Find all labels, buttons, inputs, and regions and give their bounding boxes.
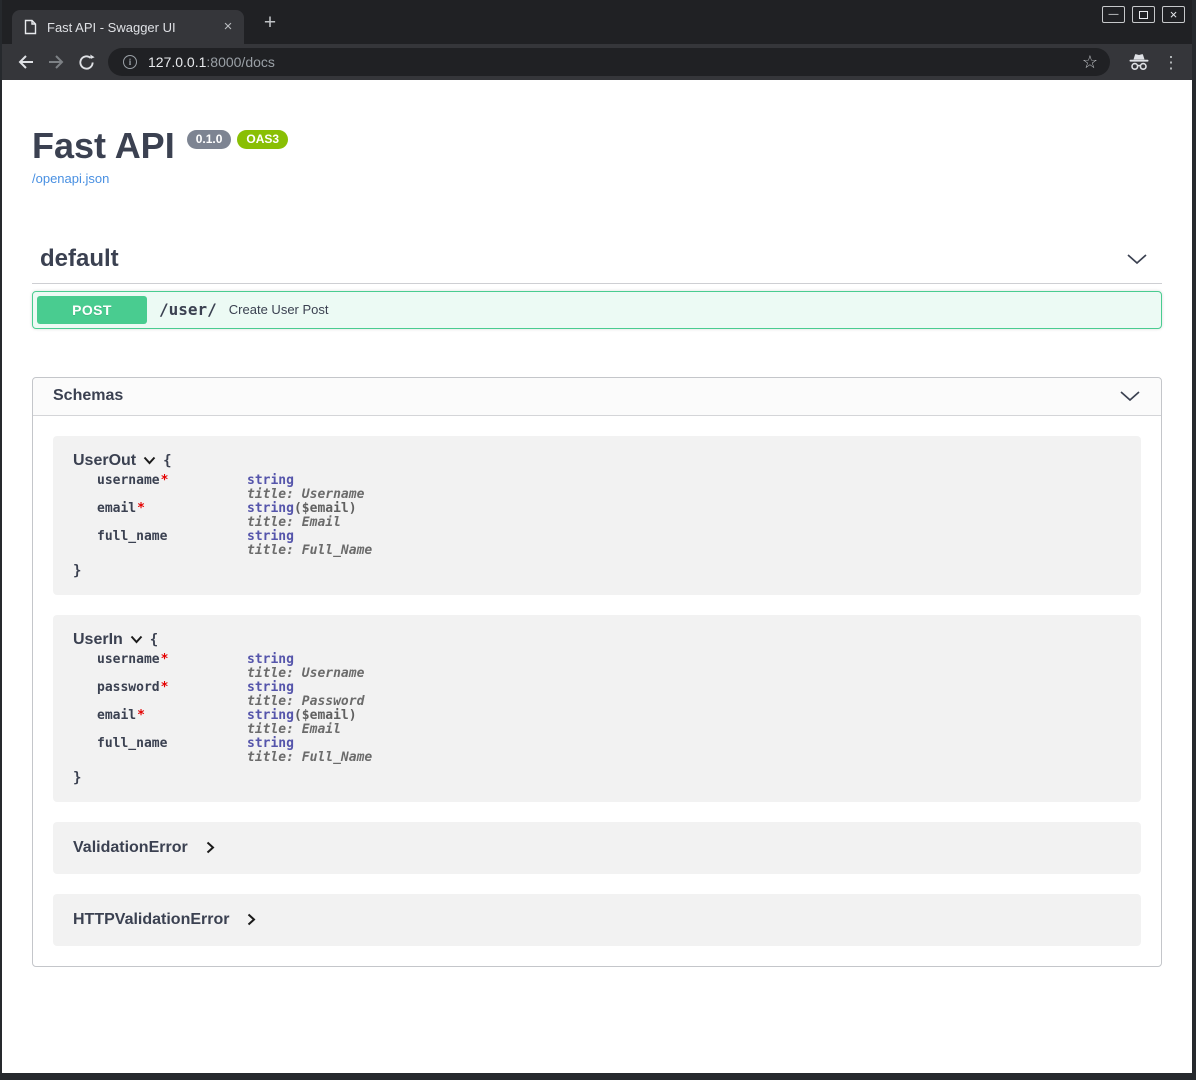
model-title-row: UserOut {: [73, 452, 1121, 470]
forward-button[interactable]: [42, 48, 70, 76]
property-title-label: title: Username: [247, 488, 1121, 502]
reload-icon: [78, 54, 95, 71]
property-type: stringtitle: Password: [247, 681, 1121, 709]
model-name: ValidationError: [73, 839, 188, 857]
reload-button[interactable]: [72, 48, 100, 76]
property-type: string($email)title: Email: [247, 709, 1121, 737]
tag-name: default: [40, 245, 119, 273]
back-arrow-icon: [17, 54, 35, 70]
model-collapse-icon[interactable]: [143, 456, 156, 465]
property-title-label: title: Username: [247, 667, 1121, 681]
model-name: UserOut: [73, 452, 136, 470]
property-type: string($email)title: Email: [247, 502, 1121, 530]
property-type: stringtitle: Username: [247, 653, 1121, 681]
schema-model-validationerror[interactable]: ValidationError: [53, 822, 1141, 874]
model-name: UserIn: [73, 631, 123, 649]
tab-close-icon[interactable]: ×: [218, 17, 238, 37]
schemas-collapse-icon[interactable]: [1119, 390, 1141, 402]
minimize-button[interactable]: —: [1102, 6, 1125, 23]
property-type: stringtitle: Full_Name: [247, 530, 1121, 558]
operation-path: /user/: [159, 300, 217, 319]
property-title-label: title: Email: [247, 723, 1121, 737]
property-type: stringtitle: Full_Name: [247, 737, 1121, 765]
address-bar[interactable]: i 127.0.0.1:8000/docs ☆: [108, 48, 1110, 76]
maximize-icon: [1139, 11, 1148, 19]
schemas-section: Schemas UserOut{username*stringtitle: Us…: [32, 377, 1162, 967]
property-name: username*: [97, 474, 247, 488]
browser-window: Fast API - Swagger UI × + — ×: [0, 0, 1196, 1080]
browser-toolbar: i 127.0.0.1:8000/docs ☆ ⋮: [2, 44, 1192, 80]
schemas-title: Schemas: [53, 387, 123, 405]
maximize-button[interactable]: [1132, 6, 1155, 23]
page-favicon-icon: [24, 19, 38, 35]
required-star: *: [137, 501, 145, 516]
model-properties: username*stringtitle: Usernamepassword*s…: [97, 653, 1121, 765]
tab-strip: Fast API - Swagger UI × + — ×: [2, 0, 1192, 44]
model-expand-icon[interactable]: [247, 913, 256, 926]
property-name: full_name: [97, 530, 247, 544]
property-type: stringtitle: Username: [247, 474, 1121, 502]
swagger-page: Fast API 0.1.0 OAS3 /openapi.json defaul…: [2, 80, 1192, 1073]
property-title-label: title: Full_Name: [247, 751, 1121, 765]
operation-summary: Create User Post: [229, 302, 329, 317]
close-window-button[interactable]: ×: [1162, 6, 1185, 23]
property-name: email*: [97, 502, 247, 516]
schemas-models: UserOut{username*stringtitle: Usernameem…: [33, 416, 1161, 966]
model-title-row: UserIn {: [73, 631, 1121, 649]
property-title-label: title: Full_Name: [247, 544, 1121, 558]
page-title: Fast API: [32, 127, 175, 165]
tag-collapse-icon[interactable]: [1126, 253, 1148, 265]
schema-model-userout: UserOut { username*stringtitle: Usernameem…: [53, 436, 1141, 595]
property-title-label: title: Password: [247, 695, 1121, 709]
new-tab-button[interactable]: +: [256, 9, 284, 37]
api-info: Fast API 0.1.0 OAS3 /openapi.json: [32, 127, 1162, 188]
tag-section-header[interactable]: default: [32, 245, 1162, 284]
method-badge: POST: [37, 296, 147, 324]
required-star: *: [161, 473, 169, 488]
url-path: :8000/docs: [206, 54, 275, 70]
api-badges: 0.1.0 OAS3: [187, 130, 288, 149]
model-expand-icon[interactable]: [206, 841, 215, 854]
operation-post-user[interactable]: POST /user/ Create User Post: [32, 291, 1162, 329]
property-name: email*: [97, 709, 247, 723]
schemas-header[interactable]: Schemas: [33, 378, 1161, 416]
forward-arrow-icon: [47, 54, 65, 70]
url-text[interactable]: 127.0.0.1:8000/docs: [148, 54, 275, 70]
required-star: *: [161, 652, 169, 667]
open-brace-text: {: [150, 632, 158, 648]
model-collapse-icon[interactable]: [130, 635, 143, 644]
model-name: HTTPValidationError: [73, 911, 229, 929]
tab-title: Fast API - Swagger UI: [47, 20, 218, 35]
browser-tab[interactable]: Fast API - Swagger UI ×: [12, 10, 244, 44]
property-title-label: title: Email: [247, 516, 1121, 530]
required-star: *: [137, 708, 145, 723]
model-properties: username*stringtitle: Usernameemail*stri…: [97, 474, 1121, 558]
window-controls: — ×: [1102, 6, 1185, 23]
close-brace-text: }: [73, 770, 1121, 786]
close-brace-text: }: [73, 563, 1121, 579]
schema-model-httpvalidationerror[interactable]: HTTPValidationError: [53, 894, 1141, 946]
site-info-icon[interactable]: i: [123, 55, 137, 69]
property-name: password*: [97, 681, 247, 695]
browser-menu-icon[interactable]: ⋮: [1160, 54, 1182, 71]
url-host: 127.0.0.1: [148, 54, 206, 70]
bookmark-star-icon[interactable]: ☆: [1082, 53, 1098, 71]
oas3-badge: OAS3: [237, 130, 288, 149]
api-title-row: Fast API 0.1.0 OAS3: [32, 127, 1162, 165]
incognito-icon: [1126, 49, 1152, 75]
version-badge: 0.1.0: [187, 130, 232, 149]
property-name: username*: [97, 653, 247, 667]
required-star: *: [161, 680, 169, 695]
open-brace-text: {: [163, 453, 171, 469]
back-button[interactable]: [12, 48, 40, 76]
property-name: full_name: [97, 737, 247, 751]
schema-model-userin: UserIn { username*stringtitle: Usernamepas…: [53, 615, 1141, 802]
openapi-spec-link[interactable]: /openapi.json: [32, 171, 109, 186]
